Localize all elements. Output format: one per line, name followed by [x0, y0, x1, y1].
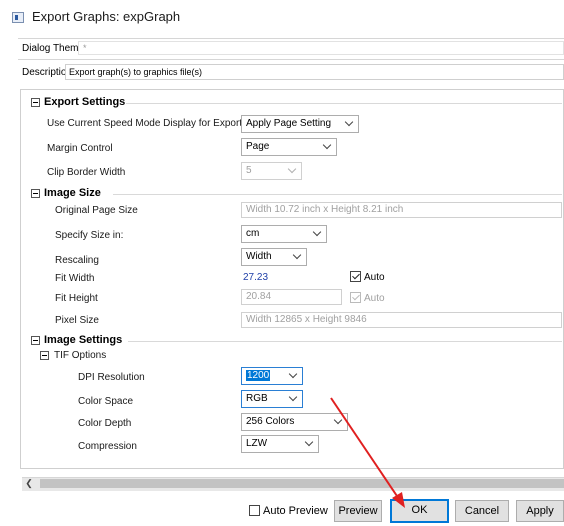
original-page-size-label: Original Page Size — [55, 205, 138, 216]
dialog-theme-label: Dialog Theme — [22, 43, 85, 54]
app-icon — [12, 12, 24, 23]
chevron-down-icon — [333, 415, 343, 425]
speed-mode-select[interactable]: Apply Page Setting — [241, 115, 359, 133]
margin-control-select[interactable]: Page — [241, 138, 337, 156]
compression-label: Compression — [78, 441, 137, 452]
description-field[interactable]: Export graph(s) to graphics file(s) — [65, 64, 564, 80]
group-divider — [128, 341, 562, 342]
chevron-down-icon — [292, 250, 302, 260]
cancel-button[interactable]: Cancel — [455, 500, 509, 522]
color-space-select[interactable]: RGB — [241, 390, 303, 408]
rescaling-label: Rescaling — [55, 255, 99, 266]
color-space-value: RGB — [246, 393, 268, 404]
preview-button[interactable]: Preview — [334, 500, 382, 522]
color-depth-select[interactable]: 256 Colors — [241, 413, 348, 431]
fit-height-field: 20.84 — [241, 289, 342, 305]
specify-size-select[interactable]: cm — [241, 225, 327, 243]
fit-width-value[interactable]: 27.23 — [243, 272, 268, 283]
rescaling-select[interactable]: Width — [241, 248, 307, 266]
window-title: Export Graphs: expGraph — [32, 9, 181, 24]
chevron-down-icon — [322, 140, 332, 150]
specify-size-value: cm — [246, 228, 260, 239]
collapse-export-settings-icon[interactable] — [31, 98, 40, 107]
chevron-down-icon — [288, 392, 298, 402]
color-depth-label: Color Depth — [78, 418, 132, 429]
export-settings-title: Export Settings — [44, 96, 126, 108]
dpi-label: DPI Resolution — [78, 372, 145, 383]
fit-height-label: Fit Height — [55, 293, 98, 304]
collapse-tif-options-icon[interactable] — [40, 351, 49, 360]
collapse-image-settings-icon[interactable] — [31, 336, 40, 345]
auto-preview-label: Auto Preview — [263, 505, 328, 517]
chevron-down-icon — [287, 164, 297, 174]
fit-width-label: Fit Width — [55, 273, 95, 284]
chevron-down-icon — [288, 369, 298, 379]
group-divider — [126, 103, 562, 104]
fit-height-auto-label: Auto — [364, 293, 385, 304]
scrollbar-thumb[interactable] — [40, 479, 564, 488]
image-size-title: Image Size — [44, 187, 101, 199]
group-divider — [113, 194, 562, 195]
clip-border-value: 5 — [246, 165, 252, 176]
dpi-select[interactable]: 1200 — [241, 367, 303, 385]
compression-value: LZW — [246, 438, 268, 449]
compression-select[interactable]: LZW — [241, 435, 319, 453]
clip-border-select: 5 — [241, 162, 302, 180]
color-depth-value: 256 Colors — [246, 416, 295, 427]
chevron-down-icon — [304, 437, 314, 447]
ok-button[interactable]: OK — [390, 499, 449, 523]
rescaling-value: Width — [246, 251, 272, 262]
speed-mode-label: Use Current Speed Mode Display for Expor… — [47, 118, 243, 129]
apply-button[interactable]: Apply — [516, 500, 564, 522]
pixel-size-field: Width 12865 x Height 9846 — [241, 312, 562, 328]
chevron-down-icon — [312, 227, 322, 237]
auto-preview-checkbox[interactable] — [249, 505, 260, 516]
fit-width-auto-checkbox[interactable] — [350, 271, 361, 282]
dialog-theme-combo[interactable]: * — [78, 41, 564, 55]
specify-size-label: Specify Size in: — [55, 230, 124, 241]
speed-mode-value: Apply Page Setting — [246, 118, 332, 129]
original-page-size-field: Width 10.72 inch x Height 8.21 inch — [241, 202, 562, 218]
color-space-label: Color Space — [78, 396, 134, 407]
clip-border-label: Clip Border Width — [47, 167, 126, 178]
fit-width-auto-label: Auto — [364, 272, 385, 283]
image-settings-title: Image Settings — [44, 334, 123, 346]
fit-height-auto-checkbox — [350, 292, 361, 303]
chevron-down-icon — [344, 117, 354, 127]
margin-control-value: Page — [246, 141, 270, 152]
dpi-value: 1200 — [246, 370, 271, 381]
scroll-left-icon[interactable]: ❮ — [24, 479, 34, 488]
tif-options-title: TIF Options — [54, 350, 107, 361]
margin-control-label: Margin Control — [47, 143, 113, 154]
collapse-image-size-icon[interactable] — [31, 189, 40, 198]
pixel-size-label: Pixel Size — [55, 315, 99, 326]
